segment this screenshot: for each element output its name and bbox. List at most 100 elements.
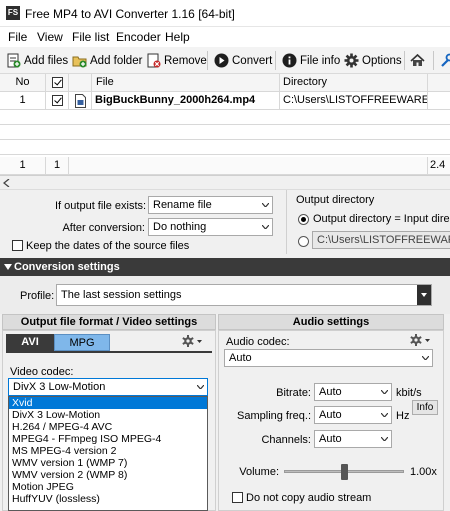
- toolbar: Add files Add folder Remove Convert File…: [0, 47, 450, 74]
- extra-tool-button[interactable]: [439, 50, 450, 71]
- row-icon-cell: [69, 92, 92, 110]
- format-header: Output file format / Video settings: [2, 314, 216, 330]
- tab-underline: [6, 351, 212, 353]
- conversion-settings-header[interactable]: Conversion settings: [0, 258, 450, 276]
- add-files-label: Add files: [24, 54, 69, 67]
- empty-row: [0, 110, 450, 125]
- file-info-button[interactable]: File info: [282, 50, 340, 71]
- toolbar-separator: [404, 51, 405, 70]
- codec-option[interactable]: MPEG4 - FFmpeg ISO MPEG-4: [9, 433, 207, 445]
- codec-option[interactable]: WMV version 2 (WMP 8): [9, 469, 207, 481]
- chevron-down-icon: [381, 437, 388, 441]
- menu-file[interactable]: File: [8, 30, 27, 44]
- file-grid[interactable]: No File Directory 1 BigBuckBunny_2000h26…: [0, 74, 450, 176]
- volume-label: Volume:: [239, 466, 279, 478]
- chevron-down-icon: [381, 390, 388, 394]
- conversion-settings-title: Conversion settings: [14, 261, 120, 273]
- column-header-check[interactable]: [46, 74, 69, 92]
- output-dir-path-field[interactable]: C:\Users\LISTOFFREEWARE\Desktop: [312, 231, 450, 249]
- if-exists-label: If output file exists:: [55, 200, 147, 212]
- profile-dropdown-button[interactable]: [417, 285, 431, 305]
- after-conversion-select[interactable]: Do nothing: [148, 218, 273, 236]
- title-bar: FS Free MP4 to AVI Converter 1.16 [64-bi…: [0, 0, 450, 27]
- footer-count: 1: [0, 157, 46, 175]
- add-folder-button[interactable]: Add folder: [72, 50, 142, 71]
- audio-settings-button[interactable]: [409, 333, 431, 350]
- output-dir-same-radio[interactable]: [298, 214, 309, 225]
- codec-option[interactable]: WMV version 1 (WMP 7): [9, 457, 207, 469]
- keep-dates-label: Keep the dates of the source files: [26, 240, 190, 252]
- row-file-name[interactable]: BigBuckBunny_2000h264.mp4: [92, 92, 280, 110]
- channels-select[interactable]: Auto: [314, 430, 392, 448]
- audio-codec-select[interactable]: Auto: [224, 349, 433, 367]
- add-folder-label: Add folder: [90, 54, 143, 67]
- play-icon: [214, 53, 229, 68]
- audio-header: Audio settings: [218, 314, 444, 330]
- bitrate-label: Bitrate:: [276, 387, 311, 399]
- column-header-no[interactable]: No: [0, 74, 46, 92]
- column-header-size[interactable]: [428, 74, 450, 92]
- codec-option[interactable]: H.264 / MPEG-4 AVC: [9, 421, 207, 433]
- select-all-checkbox[interactable]: [51, 76, 63, 88]
- volume-slider[interactable]: [284, 464, 404, 480]
- output-dir-custom-radio[interactable]: [298, 236, 309, 247]
- footer-blank: [69, 157, 428, 175]
- wrench-icon: [439, 53, 450, 68]
- output-dir-same-label: Output directory = Input directory: [313, 213, 450, 225]
- add-files-button[interactable]: Add files: [6, 50, 68, 71]
- empty-row: [0, 140, 450, 155]
- info-icon: [282, 53, 297, 68]
- app-icon: FS: [6, 6, 20, 20]
- video-codec-select[interactable]: DivX 3 Low-Motion: [8, 378, 208, 396]
- profile-value: The last session settings: [61, 289, 182, 301]
- codec-option[interactable]: DivX 3 Low-Motion: [9, 409, 207, 421]
- home-button[interactable]: [410, 50, 428, 71]
- menu-encoder[interactable]: Encoder: [116, 30, 161, 44]
- video-codec-dropdown[interactable]: Xvid DivX 3 Low-Motion H.264 / MPEG-4 AV…: [8, 396, 208, 511]
- menu-view[interactable]: View: [37, 30, 63, 44]
- profile-label: Profile:: [20, 290, 55, 302]
- bitrate-value: Auto: [319, 386, 342, 398]
- chevron-down-icon: [262, 203, 269, 207]
- volume-thumb[interactable]: [341, 464, 348, 480]
- sampling-select[interactable]: Auto: [314, 406, 392, 424]
- codec-option[interactable]: Motion JPEG: [9, 481, 207, 493]
- convert-button[interactable]: Convert: [214, 50, 272, 71]
- profile-panel: Profile: The last session settings: [0, 276, 450, 314]
- chevron-down-icon: [262, 225, 269, 229]
- scroll-left-icon[interactable]: [3, 179, 10, 187]
- window-title: Free MP4 to AVI Converter 1.16 [64-bit]: [25, 7, 235, 21]
- options-button[interactable]: Options: [344, 50, 402, 71]
- menu-file-list[interactable]: File list: [72, 30, 109, 44]
- video-settings-button[interactable]: [181, 334, 203, 351]
- keep-dates-checkbox[interactable]: [12, 240, 23, 251]
- no-copy-audio-checkbox[interactable]: [232, 492, 243, 503]
- remove-icon: [146, 53, 161, 68]
- volume-value: 1.00x: [410, 466, 437, 478]
- tab-mpg[interactable]: MPG: [54, 334, 110, 351]
- codec-option[interactable]: MS MPEG-4 version 2: [9, 445, 207, 457]
- bitrate-select[interactable]: Auto: [314, 383, 392, 401]
- horizontal-scrollbar[interactable]: [0, 176, 450, 190]
- codec-option[interactable]: HuffYUV (lossless): [9, 493, 207, 505]
- channels-label: Channels:: [261, 434, 311, 446]
- output-dir-title: Output directory: [296, 194, 375, 206]
- if-exists-select[interactable]: Rename file: [148, 196, 273, 214]
- chevron-down-icon: [381, 413, 388, 417]
- codec-option[interactable]: Xvid: [9, 397, 207, 409]
- profile-select[interactable]: The last session settings: [56, 284, 432, 306]
- sampling-unit: Hz: [396, 410, 410, 422]
- remove-button[interactable]: Remove: [146, 50, 207, 71]
- row-checkbox[interactable]: [51, 94, 63, 106]
- column-header-directory[interactable]: Directory: [280, 74, 428, 92]
- tab-avi[interactable]: AVI: [6, 334, 54, 351]
- row-directory: C:\Users\LISTOFFREEWARE\Doc...: [280, 92, 428, 110]
- menu-help[interactable]: Help: [165, 30, 190, 44]
- remove-label: Remove: [164, 54, 207, 67]
- column-header-icon: [69, 74, 92, 92]
- column-header-file[interactable]: File: [92, 74, 280, 92]
- row-size: [428, 92, 450, 110]
- bitrate-unit: kbit/s: [396, 387, 422, 399]
- info-button[interactable]: Info: [412, 400, 438, 415]
- sampling-value: Auto: [319, 409, 342, 421]
